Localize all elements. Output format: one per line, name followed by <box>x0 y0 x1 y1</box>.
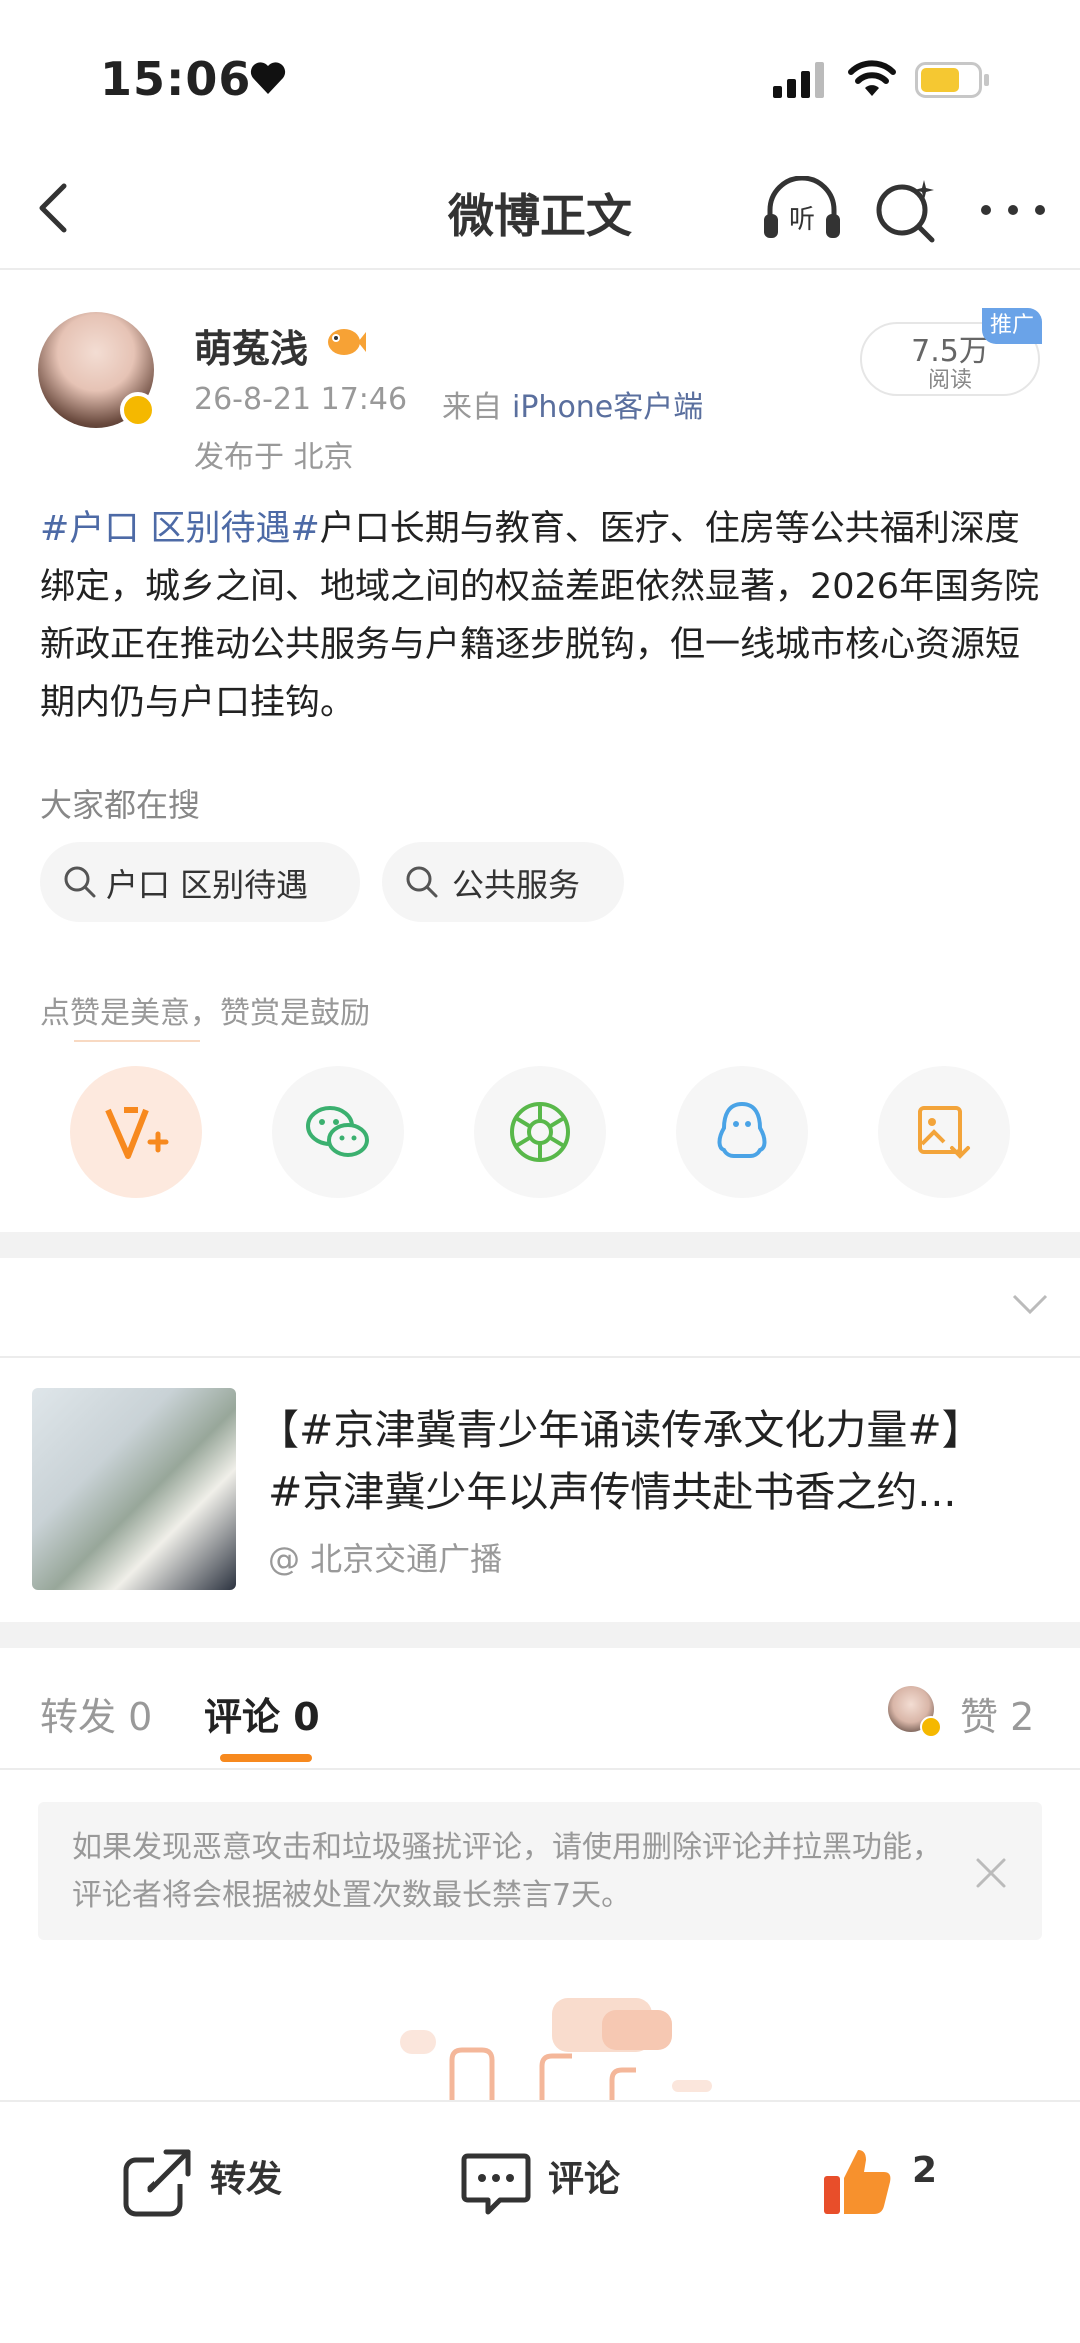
trending-search-title: 大家都在搜 <box>40 786 201 824</box>
card-title-line1[interactable]: 【#京津冀青少年诵读传承文化力量#】 <box>258 1400 1058 1460</box>
tab-active-indicator <box>220 1754 312 1762</box>
tabs-divider <box>0 1768 1080 1770</box>
more-icon[interactable] <box>978 200 1048 220</box>
listen-icon[interactable]: 听 <box>762 176 842 242</box>
source-client-link[interactable]: iPhone客户端 <box>512 382 703 426</box>
fish-badge-icon <box>328 329 366 355</box>
battery-icon <box>915 62 989 98</box>
bottom-action-bar <box>0 2100 1080 2343</box>
save-image-icon <box>918 1106 970 1159</box>
hashtag-link[interactable]: #户口 区别待遇# <box>40 509 320 549</box>
qq-icon <box>717 1101 767 1158</box>
card-source[interactable]: @ 北京交通广播 <box>268 1534 502 1580</box>
repost-button-label[interactable]: 转发 <box>210 2150 282 2202</box>
post-time: 26-8-21 17:46 <box>194 382 408 417</box>
wechat-icon <box>306 1106 369 1157</box>
tab-comment[interactable]: 评论 0 <box>204 1686 320 1741</box>
wifi-icon <box>848 60 896 96</box>
repost-icon[interactable] <box>120 2144 196 2220</box>
section-divider <box>0 1622 1080 1648</box>
verified-badge-icon <box>120 392 156 428</box>
card-thumbnail[interactable] <box>32 1388 236 1590</box>
cellular-signal-icon <box>773 62 824 98</box>
read-label: 阅读 <box>927 368 972 393</box>
like-thumb-icon[interactable] <box>820 2144 896 2220</box>
search-chip-label: 户口 区别待遇 <box>106 866 309 904</box>
section-divider <box>0 1232 1080 1258</box>
author-name[interactable]: 萌菟浅 <box>194 318 308 373</box>
post-location: 发布于 北京 <box>194 440 354 475</box>
card-divider <box>0 1356 1080 1358</box>
comment-button-label[interactable]: 评论 <box>548 2150 620 2202</box>
tab-like[interactable]: 赞 2 <box>960 1686 1034 1741</box>
search-icon <box>406 866 438 898</box>
source-prefix: 来自 <box>442 390 502 425</box>
empty-comments-illustration <box>400 1998 712 2100</box>
chevron-down-icon[interactable] <box>1010 1292 1050 1316</box>
reward-pointer <box>74 1040 200 1042</box>
verified-badge-icon <box>920 1716 942 1738</box>
post-body: #户口 区别待遇#户口长期与教育、医疗、住房等公共福利深度绑定，城乡之间、地域之… <box>40 500 1040 732</box>
like-count[interactable]: 2 <box>912 2150 937 2191</box>
notice-text: 如果发现恶意攻击和垃圾骚扰评论，请使用删除评论并拉黑功能，评论者将会根据被处置次… <box>72 1830 942 1913</box>
status-time: 15:06 <box>100 52 252 106</box>
reward-v-icon <box>105 1107 169 1159</box>
comment-icon[interactable] <box>458 2144 534 2220</box>
reward-label: 点赞是美意，赞赏是鼓励 <box>40 996 370 1031</box>
promo-tag[interactable]: 推广 <box>982 308 1042 344</box>
search-chip-label: 公共服务 <box>452 866 581 904</box>
card-title-line2[interactable]: #京津冀少年以声传情共赴书香之约... <box>268 1462 1048 1522</box>
close-icon[interactable] <box>974 1856 1008 1890</box>
heart-icon <box>250 62 286 94</box>
nav-divider <box>0 268 1080 270</box>
search-icon[interactable] <box>872 176 942 246</box>
tab-repost[interactable]: 转发 0 <box>40 1686 152 1741</box>
svg-text:听: 听 <box>789 205 815 235</box>
moments-icon <box>510 1102 570 1162</box>
search-icon <box>64 866 96 898</box>
